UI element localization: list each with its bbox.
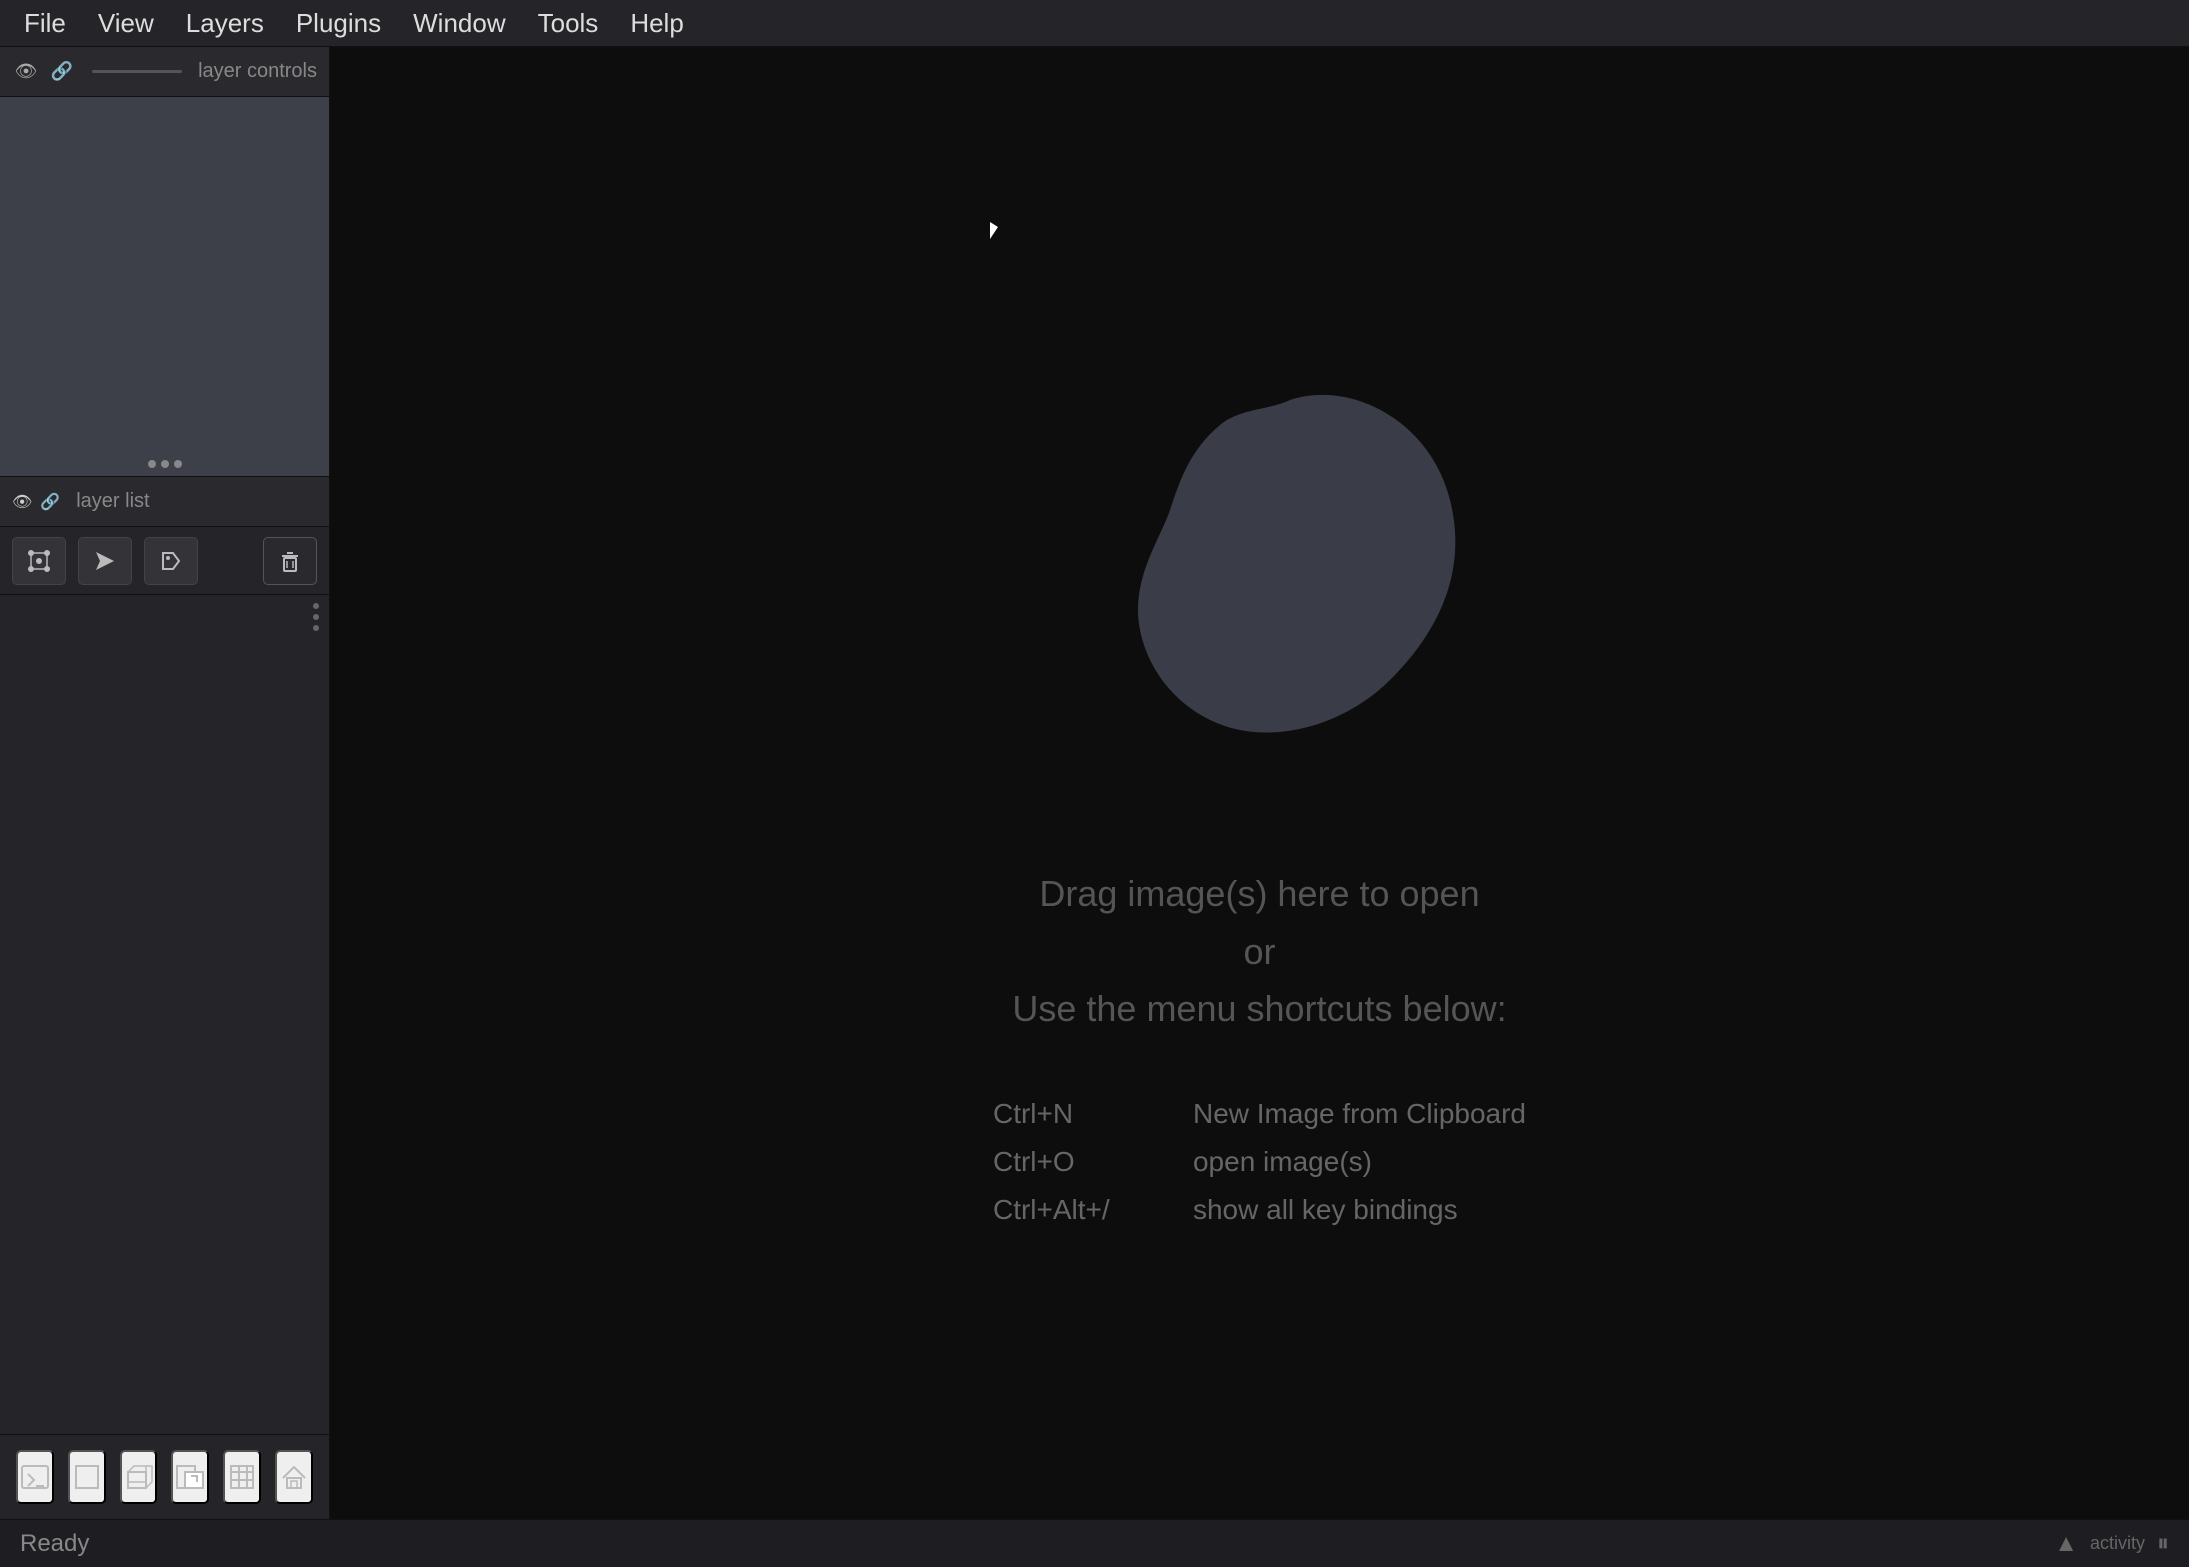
layer-slider[interactable] <box>92 70 182 73</box>
shortcut-key-3: Ctrl+Alt+/ <box>993 1194 1153 1226</box>
status-bar: Ready ▲ activity ⏸ <box>0 1519 2189 1567</box>
preview-dot-1 <box>148 460 156 468</box>
menu-plugins[interactable]: Plugins <box>280 2 397 45</box>
side-dot-2 <box>313 614 319 620</box>
visibility-icon[interactable]: 👁 <box>12 58 40 86</box>
link-icon[interactable]: 🔗 <box>48 58 76 86</box>
drop-text-line2: or <box>1012 923 1506 981</box>
side-menu[interactable] <box>303 595 329 639</box>
pause-icon: ⏸ <box>2157 1530 2169 1558</box>
layer-list-bar: 👁 🔗 layer list <box>0 477 329 527</box>
preview-dot-3 <box>174 460 182 468</box>
menubar: File View Layers Plugins Window Tools He… <box>0 0 2189 47</box>
layer-tools <box>0 527 329 595</box>
side-dot-1 <box>313 603 319 609</box>
layer-list-area <box>0 595 329 1434</box>
preview-dot-2 <box>161 460 169 468</box>
shortcuts-area: Ctrl+N New Image from Clipboard Ctrl+O o… <box>993 1098 1526 1226</box>
menu-view[interactable]: View <box>82 2 170 45</box>
side-dot-3 <box>313 625 319 631</box>
sidebar: 👁 🔗 layer controls 👁 🔗 layer list <box>0 47 330 1519</box>
activity-label: activity <box>2090 1533 2145 1554</box>
visibility-icon-2[interactable]: 👁 <box>12 492 32 512</box>
status-right: ▲ activity ⏸ <box>2054 1530 2169 1558</box>
drop-zone-text: Drag image(s) here to open or Use the me… <box>1012 865 1506 1038</box>
arrow-tool-button[interactable] <box>78 537 132 585</box>
shortcut-desc-3: show all key bindings <box>1193 1194 1458 1226</box>
shortcut-row-2: Ctrl+O open image(s) <box>993 1146 1526 1178</box>
blob-shape <box>1010 340 1510 805</box>
shortcut-desc-1: New Image from Clipboard <box>1193 1098 1526 1130</box>
export-button[interactable] <box>171 1450 209 1504</box>
bottom-toolbar <box>0 1434 329 1519</box>
layer-preview <box>0 97 329 477</box>
delete-layer-button[interactable] <box>263 537 317 585</box>
link-icon-2[interactable]: 🔗 <box>40 492 60 512</box>
shortcut-key-1: Ctrl+N <box>993 1098 1153 1130</box>
drop-text-line3: Use the menu shortcuts below: <box>1012 980 1506 1038</box>
shortcut-row-1: Ctrl+N New Image from Clipboard <box>993 1098 1526 1130</box>
status-ready: Ready <box>20 1530 89 1558</box>
shortcut-row-3: Ctrl+Alt+/ show all key bindings <box>993 1194 1526 1226</box>
3d-box-button[interactable] <box>120 1450 158 1504</box>
nodes-tool-button[interactable] <box>12 537 66 585</box>
menu-layers[interactable]: Layers <box>170 2 280 45</box>
home-button[interactable] <box>275 1450 313 1504</box>
shortcut-desc-2: open image(s) <box>1193 1146 1372 1178</box>
tag-tool-button[interactable] <box>144 537 198 585</box>
terminal-button[interactable] <box>16 1450 54 1504</box>
layer-list-label: layer list <box>76 490 149 513</box>
layer-controls-bar: 👁 🔗 layer controls <box>0 47 329 97</box>
shortcut-key-2: Ctrl+O <box>993 1146 1153 1178</box>
menu-help[interactable]: Help <box>614 2 699 45</box>
drop-text-line1: Drag image(s) here to open <box>1012 865 1506 923</box>
rectangle-button[interactable] <box>68 1450 106 1504</box>
preview-dots <box>148 460 182 468</box>
layer-controls-label: layer controls <box>198 60 317 83</box>
menu-file[interactable]: File <box>8 2 82 45</box>
main-layout: 👁 🔗 layer controls 👁 🔗 layer list <box>0 47 2189 1519</box>
menu-window[interactable]: Window <box>397 2 521 45</box>
canvas-area[interactable]: Drag image(s) here to open or Use the me… <box>330 47 2189 1519</box>
grid-button[interactable] <box>223 1450 261 1504</box>
menu-tools[interactable]: Tools <box>522 2 615 45</box>
activity-icon: ▲ <box>2054 1530 2078 1558</box>
